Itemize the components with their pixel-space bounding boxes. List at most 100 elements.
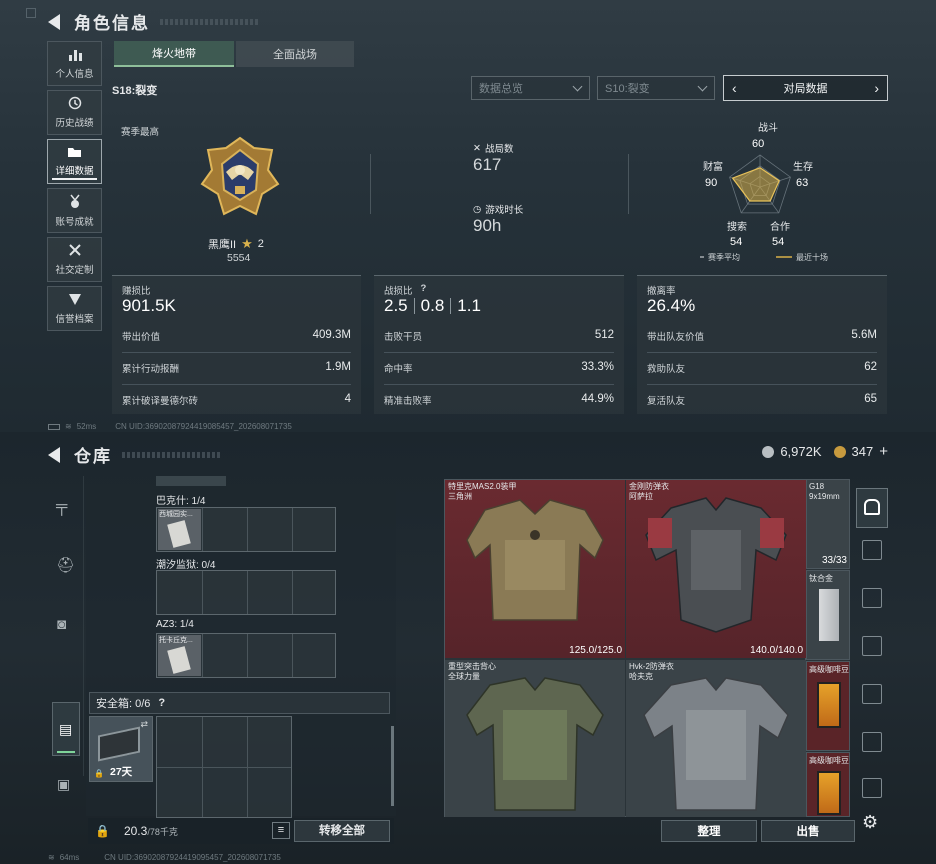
- weapon-icon[interactable]: ╤: [56, 498, 67, 516]
- overview-dropdown[interactable]: 数据总览: [471, 76, 590, 100]
- grid-line: [292, 508, 293, 551]
- row-label: 带出价值: [122, 332, 161, 343]
- side-item[interactable]: G18 9x19mm 33/33: [806, 479, 850, 569]
- tab-full-war[interactable]: 全面战场: [236, 41, 354, 67]
- lock-icon: 🔒: [95, 824, 110, 838]
- list-view-icon[interactable]: ≡: [272, 822, 290, 839]
- tab-extraction[interactable]: 烽火地带: [114, 41, 234, 67]
- season-dropdown[interactable]: S10:裂变: [597, 76, 715, 100]
- coffee-bag-icon: [817, 771, 841, 815]
- inventory-item[interactable]: 西城园实...: [158, 509, 201, 550]
- coffee-bag-icon: [817, 682, 841, 728]
- side-item[interactable]: 高级咖啡豆: [806, 752, 850, 817]
- row-value: 409.3M: [312, 329, 351, 341]
- warehouse-panel: 仓库 6,972K 347 + ╤ ⛑ ◙ ▤ ▣ 巴克什: 1/4 西城园实.…: [0, 432, 936, 864]
- playtime-label: 游戏时长: [485, 205, 524, 216]
- container-label: AZ3: 1/4: [156, 619, 194, 630]
- warehouse-nav: ╤ ⛑ ◙ ▤ ▣: [48, 476, 84, 792]
- armor-vest-image: [643, 677, 789, 811]
- grid-line: [292, 571, 293, 614]
- swap-icon[interactable]: ⇄: [140, 719, 148, 730]
- stat-row: 带出价值 409.3M: [122, 329, 351, 343]
- settings-gear-icon[interactable]: ⚙: [862, 812, 878, 833]
- armor-item[interactable]: 特里克MAS2.0装甲 三角洲 125.0/125.0: [445, 480, 625, 658]
- rank-name: 黑鹰II: [208, 239, 237, 251]
- stat-row: 救助队友 62: [647, 361, 877, 375]
- sidebar-item-details[interactable]: 详细数据: [47, 139, 102, 184]
- container-grid[interactable]: [156, 570, 336, 615]
- character-info-panel: 角色信息 个人信息 历史战绩 详细数据 账号成就 社交定制 信誉档案 烽火地带 …: [0, 0, 936, 432]
- toolbox-icon[interactable]: ▣: [57, 776, 70, 793]
- row-divider: [647, 352, 877, 353]
- row-label: 击败干员: [384, 332, 423, 343]
- container-grid[interactable]: 托卡丘克...: [156, 633, 336, 678]
- transfer-all-button[interactable]: 转移全部: [294, 820, 390, 842]
- tools-icon: [68, 243, 82, 259]
- container-grid[interactable]: 西城园实...: [156, 507, 336, 552]
- stash-page-icon[interactable]: [862, 778, 882, 798]
- container-tab-active[interactable]: ▤: [52, 702, 80, 756]
- scrollbar[interactable]: [391, 726, 394, 806]
- extract-label: 撤离率: [647, 286, 676, 297]
- radar-recent-shape: [731, 167, 780, 202]
- inventory-item[interactable]: 托卡丘克...: [158, 635, 201, 676]
- sidebar-item-achievements[interactable]: 账号成就: [47, 188, 102, 233]
- stat-row: 精准击败率 44.9%: [384, 393, 614, 407]
- helmet-icon[interactable]: ⛑: [56, 556, 75, 574]
- row-label: 带出队友价值: [647, 332, 705, 343]
- sidebar-item-social[interactable]: 社交定制: [47, 237, 102, 282]
- rank-emblem: [198, 134, 282, 224]
- grid-line: [202, 508, 203, 551]
- grid-line: [247, 508, 248, 551]
- side-item[interactable]: 高级咖啡豆: [806, 661, 850, 751]
- help-icon[interactable]: ?: [421, 283, 427, 297]
- stat-row: 带出队友价值 5.6M: [647, 329, 877, 343]
- combat-panel: 战损比? 2.5 0.8 1.1 击败干员 512 命中率 33.3% 精准击败率 4…: [374, 275, 624, 414]
- help-icon[interactable]: ?: [158, 697, 165, 709]
- stash-page-icon[interactable]: [862, 684, 882, 704]
- armor-item[interactable]: 金刚防弹衣 阿萨拉 140.0/140.0: [626, 480, 806, 658]
- radar-label-wealth: 财富: [703, 160, 723, 173]
- row-divider: [122, 352, 351, 353]
- row-value: 512: [594, 329, 614, 341]
- chevron-right-icon[interactable]: ›: [874, 80, 879, 96]
- sell-button[interactable]: 出售: [761, 820, 855, 842]
- weight-value: 20.3: [123, 824, 148, 838]
- radar-label-search: 搜索: [727, 220, 747, 233]
- sidebar-item-history[interactable]: 历史战绩: [47, 90, 102, 135]
- safe-box-grid[interactable]: [156, 716, 292, 818]
- extract-panel: 撤离率 26.4% 带出队友价值 5.6M 救助队友 62 复活队友 65: [637, 275, 887, 414]
- armor-item[interactable]: 重型突击背心 全球力量: [445, 660, 625, 817]
- divider: [413, 298, 415, 314]
- stash-page-icon[interactable]: [862, 540, 882, 560]
- stash-page-icon[interactable]: [862, 732, 882, 752]
- safe-box-item[interactable]: ⇄ 🔒 27天: [89, 716, 153, 782]
- chevron-left-icon[interactable]: ‹: [732, 80, 737, 96]
- armor-durability: 125.0/125.0: [569, 645, 622, 656]
- title-decoration: [160, 18, 260, 25]
- row-value: 1.9M: [325, 361, 351, 373]
- combat-label: 战损比: [384, 286, 413, 297]
- stash-tab-active[interactable]: [856, 488, 888, 528]
- match-data-selector[interactable]: ‹ 对局数据 ›: [723, 75, 888, 101]
- page-title: 角色信息: [74, 14, 150, 33]
- stash-page-icon[interactable]: [862, 636, 882, 656]
- sort-button[interactable]: 整理: [661, 820, 757, 842]
- grid-line: [247, 571, 248, 614]
- radar-label-combat: 战斗: [758, 122, 778, 134]
- add-currency-button[interactable]: +: [879, 443, 888, 460]
- radar-value-cooperation: 54: [772, 236, 784, 248]
- armor-item[interactable]: Hvk-2防弹衣 哈夫克: [626, 660, 806, 817]
- warehouse-header: 仓库: [48, 442, 222, 467]
- back-arrow-icon[interactable]: [48, 446, 60, 463]
- sidebar-item-reputation[interactable]: 信誉档案: [47, 286, 102, 331]
- stat-row: 复活队友 65: [647, 393, 877, 407]
- stash-page-icon[interactable]: [862, 588, 882, 608]
- stat-row: 命中率 33.3%: [384, 361, 614, 375]
- back-arrow-icon[interactable]: [48, 13, 60, 30]
- radar-label-cooperation: 合作: [770, 220, 790, 233]
- earnings-panel: 赚损比 901.5K 带出价值 409.3M 累计行动报酬 1.9M 累计破译曼德尔…: [112, 275, 361, 414]
- side-item[interactable]: 钛合金: [806, 570, 850, 660]
- sidebar-item-profile[interactable]: 个人信息: [47, 41, 102, 86]
- backpack-icon[interactable]: ◙: [57, 616, 66, 633]
